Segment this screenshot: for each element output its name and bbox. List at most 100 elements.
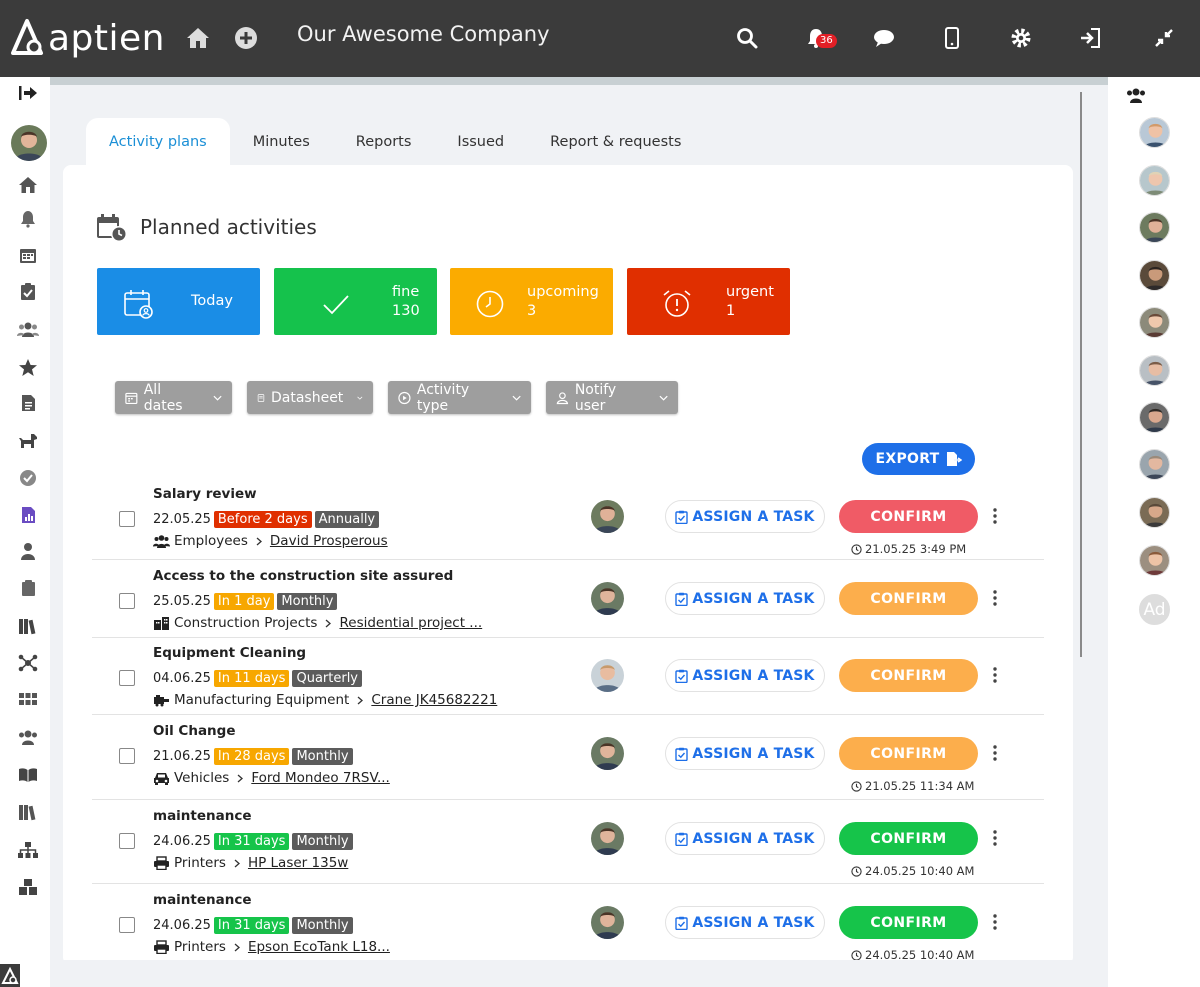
confirm-button[interactable]: CONFIRM <box>839 737 978 770</box>
tab-report-requests[interactable]: Report & requests <box>527 118 704 166</box>
sidebar-item-favorites[interactable] <box>17 356 39 378</box>
activity-title[interactable]: Oil Change <box>153 723 236 739</box>
sidebar-item-tasks[interactable] <box>17 280 39 302</box>
sidebar-item-notifications[interactable] <box>17 208 39 230</box>
confirm-button[interactable]: CONFIRM <box>839 500 978 533</box>
stat-card-fine[interactable]: fine 130 <box>274 268 437 335</box>
settings-button[interactable] <box>1005 22 1037 54</box>
activity-category[interactable]: Employees <box>174 533 248 549</box>
more-options-icon[interactable] <box>993 830 997 846</box>
confirm-button[interactable]: CONFIRM <box>839 659 978 692</box>
activity-target-link[interactable]: Crane JK45682221 <box>371 692 497 708</box>
notifications-button[interactable]: 36 <box>800 22 837 54</box>
assign-task-button[interactable]: ASSIGN A TASK <box>665 582 825 615</box>
activity-category[interactable]: Printers <box>174 855 226 871</box>
tab-reports[interactable]: Reports <box>333 118 435 166</box>
logout-button[interactable] <box>1075 22 1107 54</box>
more-options-icon[interactable] <box>993 745 997 761</box>
tab-issued[interactable]: Issued <box>434 118 527 166</box>
row-checkbox[interactable] <box>119 511 135 527</box>
logo[interactable]: aptien <box>10 14 165 62</box>
assignee-avatar[interactable] <box>591 582 624 615</box>
sidebar-item-inventory[interactable] <box>17 876 39 898</box>
sidebar-footer-button[interactable] <box>0 964 20 987</box>
activity-category[interactable]: Vehicles <box>174 770 229 786</box>
search-button[interactable] <box>731 22 763 54</box>
filter-activity-type[interactable]: Activity type <box>388 381 531 414</box>
confirm-button[interactable]: CONFIRM <box>839 582 978 615</box>
member-avatar[interactable] <box>1139 497 1170 528</box>
confirm-button[interactable]: CONFIRM <box>839 906 978 939</box>
sidebar-item-network[interactable] <box>17 652 39 674</box>
messages-button[interactable] <box>868 22 900 54</box>
assignee-avatar[interactable] <box>591 737 624 770</box>
activity-title[interactable]: Salary review <box>153 486 257 502</box>
sidebar-item-documents[interactable] <box>17 392 39 414</box>
assignee-avatar[interactable] <box>591 906 624 939</box>
activity-title[interactable]: Equipment Cleaning <box>153 645 306 661</box>
team-members-button[interactable] <box>1125 87 1147 108</box>
user-avatar[interactable] <box>11 125 47 161</box>
row-checkbox[interactable] <box>119 917 135 933</box>
stat-card-urgent[interactable]: urgent 1 <box>627 268 790 335</box>
activity-title[interactable]: Access to the construction site assured <box>153 568 453 584</box>
sidebar-item-people[interactable] <box>17 540 39 562</box>
sidebar-item-knowledge[interactable] <box>17 764 39 786</box>
company-name[interactable]: Our Awesome Company <box>297 22 550 46</box>
assign-task-button[interactable]: ASSIGN A TASK <box>665 500 825 533</box>
filter-datasheet[interactable]: Datasheet <box>247 381 373 414</box>
member-avatar[interactable] <box>1139 212 1170 243</box>
sidebar-item-library[interactable] <box>17 615 39 637</box>
activity-category[interactable]: Printers <box>174 939 226 955</box>
scrollbar[interactable] <box>1080 92 1082 657</box>
assignee-avatar[interactable] <box>591 822 624 855</box>
sidebar-item-approvals[interactable] <box>17 467 39 489</box>
sidebar-item-clipboard[interactable] <box>17 577 39 599</box>
sidebar-item-archive[interactable] <box>17 801 39 823</box>
member-avatar-initials[interactable]: Ad <box>1139 594 1170 625</box>
filter-dates[interactable]: All dates <box>115 381 232 414</box>
more-options-icon[interactable] <box>993 590 997 606</box>
assign-task-button[interactable]: ASSIGN A TASK <box>665 822 825 855</box>
expand-sidebar-button[interactable] <box>17 82 39 104</box>
activity-category[interactable]: Manufacturing Equipment <box>174 692 349 708</box>
row-checkbox[interactable] <box>119 593 135 609</box>
sidebar-item-apps[interactable] <box>17 688 39 710</box>
more-options-icon[interactable] <box>993 667 997 683</box>
stat-card-today[interactable]: Today <box>97 268 260 335</box>
sidebar-item-pets[interactable] <box>17 430 39 452</box>
home-button[interactable] <box>182 22 214 54</box>
stat-card-upcoming[interactable]: upcoming 3 <box>450 268 613 335</box>
add-button[interactable] <box>230 22 262 54</box>
sidebar-item-calendar[interactable] <box>17 244 39 266</box>
row-checkbox[interactable] <box>119 833 135 849</box>
collapse-button[interactable] <box>1148 22 1180 54</box>
member-avatar[interactable] <box>1139 117 1170 148</box>
more-options-icon[interactable] <box>993 914 997 930</box>
activity-target-link[interactable]: HP Laser 135w <box>248 855 348 871</box>
tab-activity-plans[interactable]: Activity plans <box>86 118 230 166</box>
filter-notify-user[interactable]: Notify user <box>546 381 678 414</box>
export-button[interactable]: EXPORT <box>862 443 975 475</box>
activity-category[interactable]: Construction Projects <box>174 615 317 631</box>
assign-task-button[interactable]: ASSIGN A TASK <box>665 906 825 939</box>
member-avatar[interactable] <box>1139 545 1170 576</box>
activity-title[interactable]: maintenance <box>153 808 252 824</box>
tab-minutes[interactable]: Minutes <box>230 118 333 166</box>
assignee-avatar[interactable] <box>591 500 624 533</box>
sidebar-item-reports[interactable] <box>17 504 39 526</box>
activity-target-link[interactable]: Residential project ... <box>339 615 482 631</box>
member-avatar[interactable] <box>1139 355 1170 386</box>
row-checkbox[interactable] <box>119 748 135 764</box>
member-avatar[interactable] <box>1139 402 1170 433</box>
activity-title[interactable]: maintenance <box>153 892 252 908</box>
more-options-icon[interactable] <box>993 508 997 524</box>
sidebar-item-org-chart[interactable] <box>17 839 39 861</box>
member-avatar[interactable] <box>1139 449 1170 480</box>
assignee-avatar[interactable] <box>591 659 624 692</box>
assign-task-button[interactable]: ASSIGN A TASK <box>665 737 825 770</box>
member-avatar[interactable] <box>1139 165 1170 196</box>
row-checkbox[interactable] <box>119 670 135 686</box>
confirm-button[interactable]: CONFIRM <box>839 822 978 855</box>
member-avatar[interactable] <box>1139 260 1170 291</box>
